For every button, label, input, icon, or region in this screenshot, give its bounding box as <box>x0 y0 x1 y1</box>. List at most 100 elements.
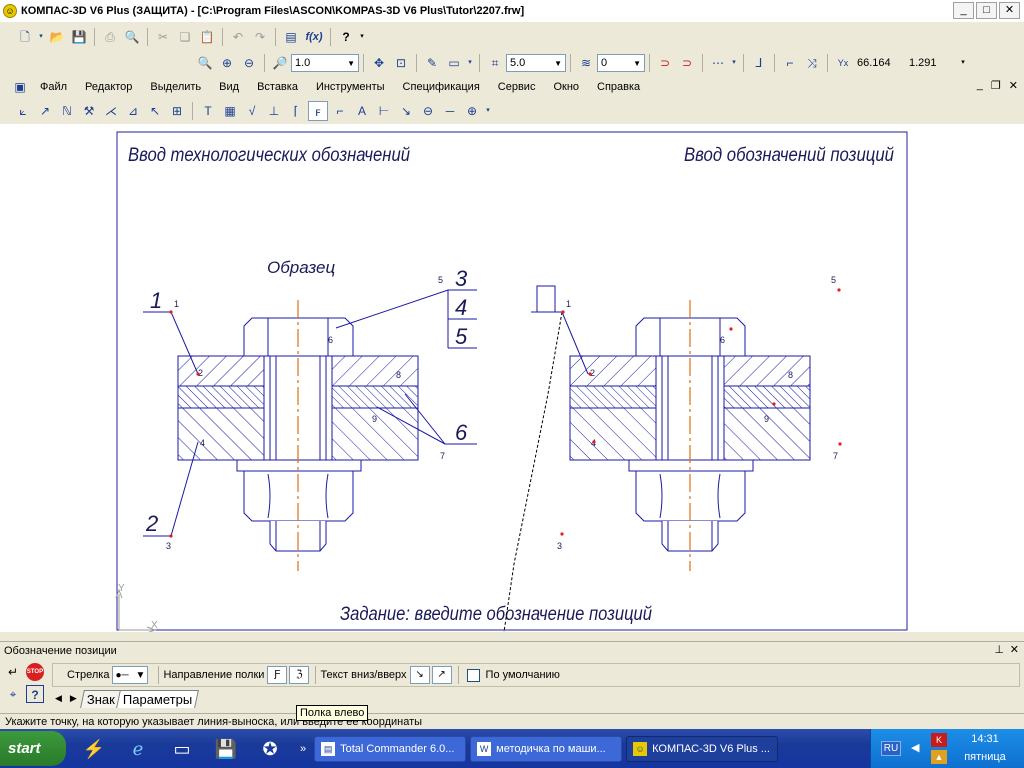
text-icon[interactable]: T <box>198 101 218 121</box>
default-checkbox[interactable] <box>466 668 480 682</box>
help-dropdown-icon[interactable]: ▾ <box>358 27 366 47</box>
menu-service[interactable]: Сервис <box>489 81 545 93</box>
spec-icon[interactable]: ⊞ <box>167 101 187 121</box>
zoom-scale-field[interactable]: 1.0 ▼ <box>291 54 359 72</box>
cursor-x-field[interactable]: 66.164 <box>854 54 906 72</box>
roughness-icon[interactable]: √ <box>242 101 262 121</box>
taskbar-item-word[interactable]: Wметодичка по маши... <box>470 735 623 762</box>
start-button[interactable]: start <box>0 731 66 766</box>
new-document-icon[interactable]: 🗋 <box>15 27 35 47</box>
leader-icon[interactable]: ⌈ <box>286 101 306 121</box>
tab-prev-icon[interactable]: ◀ <box>55 693 62 704</box>
center-mark-icon[interactable]: ⊕ <box>462 101 482 121</box>
show-all-icon[interactable]: ⊡ <box>391 53 411 73</box>
mdi-restore-button[interactable]: ❐ <box>991 79 1001 92</box>
quicklaunch-winamp-icon[interactable]: ⚡ <box>78 733 110 765</box>
menu-select[interactable]: Выделить <box>141 81 210 93</box>
grid-dropdown-icon[interactable]: ▾ <box>730 53 738 73</box>
wave-icon[interactable]: ⊖ <box>418 101 438 121</box>
cursor-step-icon[interactable]: ⌗ <box>485 53 505 73</box>
view-arrow-icon[interactable]: ↘ <box>396 101 416 121</box>
quicklaunch-desktop-icon[interactable]: ▭ <box>166 733 198 765</box>
close-button[interactable]: ✕ <box>999 2 1020 19</box>
taskbar-item-total-commander[interactable]: ▤ Total Commander 6.0... <box>314 735 467 762</box>
coords-dropdown-icon[interactable]: ▾ <box>959 53 967 73</box>
panel-close-button[interactable]: ✕ <box>1010 643 1019 656</box>
zoom-window-icon[interactable]: 🔍 <box>195 53 215 73</box>
enter-object-icon[interactable]: ↵ <box>4 663 22 681</box>
drawing-svg[interactable]: Ввод технологических обозначений Ввод об… <box>0 124 1024 632</box>
cut-line-icon[interactable]: ⊢ <box>374 101 394 121</box>
menu-help[interactable]: Справка <box>588 81 649 93</box>
zoom-in-icon[interactable]: ⊕ <box>217 53 237 73</box>
tab-sign[interactable]: Знак <box>79 690 122 708</box>
pin-icon[interactable]: ⊥ <box>994 643 1004 656</box>
copy-icon[interactable]: ❏ <box>175 27 195 47</box>
undo-icon[interactable]: ↶ <box>228 27 248 47</box>
mark-icon[interactable]: ⌐ <box>330 101 350 121</box>
document-icon[interactable]: ▣ <box>10 77 30 97</box>
manager-icon[interactable]: ▤ <box>281 27 301 47</box>
save-icon[interactable]: 💾 <box>69 27 89 47</box>
paste-icon[interactable]: 📋 <box>197 27 217 47</box>
menu-window[interactable]: Окно <box>544 81 588 93</box>
designations-icon[interactable]: ℕ <box>57 101 77 121</box>
select-icon[interactable]: ↖ <box>145 101 165 121</box>
zoom-scale-icon[interactable]: 🔎 <box>270 53 290 73</box>
select-point-icon[interactable]: ⌖ <box>4 685 22 703</box>
menu-insert[interactable]: Вставка <box>248 81 307 93</box>
marks-dropdown-icon[interactable]: ▾ <box>484 101 492 121</box>
redo-icon[interactable]: ↷ <box>250 27 270 47</box>
mdi-minimize-button[interactable]: _ <box>977 79 983 92</box>
network-tray-icon[interactable]: ▲ <box>931 750 947 764</box>
display-mode-icon[interactable]: ▭ <box>444 53 464 73</box>
zoom-out-icon[interactable]: ⊖ <box>239 53 259 73</box>
parametrization-icon[interactable]: ⋌ <box>101 101 121 121</box>
tolerance-icon[interactable]: A <box>352 101 372 121</box>
pan-icon[interactable]: ✥ <box>369 53 389 73</box>
taskbar-item-kompas[interactable]: ☺ КОМПАС-3D V6 Plus ... <box>626 735 779 762</box>
text-up-button[interactable]: ↗ <box>431 666 452 684</box>
axis-line-icon[interactable]: ─ <box>440 101 460 121</box>
tab-next-icon[interactable]: ▶ <box>70 693 77 704</box>
cursor-step-field[interactable]: 5.0 ▼ <box>506 54 566 72</box>
ortho-mode-icon[interactable]: ⌐ <box>780 53 800 73</box>
local-cs-icon[interactable]: ⅃ <box>749 53 769 73</box>
round-mode-icon[interactable]: ⤨ <box>802 53 822 73</box>
antivirus-tray-icon[interactable]: K <box>931 733 947 747</box>
quicklaunch-app-icon[interactable]: ✪ <box>254 733 286 765</box>
language-indicator[interactable]: RU <box>881 741 901 756</box>
text-down-button[interactable]: ↘ <box>409 666 430 684</box>
layer-field[interactable]: 0 ▼ <box>597 54 645 72</box>
mdi-close-button[interactable]: ✕ <box>1009 79 1018 92</box>
geometry-icon[interactable]: ⟀ <box>13 101 33 121</box>
base-icon[interactable]: ⊥ <box>264 101 284 121</box>
display-dropdown-icon[interactable]: ▾ <box>466 53 474 73</box>
menu-tools[interactable]: Инструменты <box>307 81 394 93</box>
variables-fx-icon[interactable]: f(x) <box>303 27 325 47</box>
help-icon[interactable]: ? <box>26 685 44 703</box>
arrow-select[interactable]: ●─ ▼ <box>112 666 149 684</box>
cut-icon[interactable]: ✂ <box>153 27 173 47</box>
quicklaunch-ie-icon[interactable]: ℯ <box>122 733 154 765</box>
refresh-image-icon[interactable]: ✎ <box>422 53 442 73</box>
position-designation-icon[interactable]: ꜰ <box>308 101 328 121</box>
menu-file[interactable]: Файл <box>31 81 76 93</box>
stop-icon[interactable]: STOP <box>26 663 44 681</box>
shelf-left-button[interactable]: Ƒ <box>267 666 288 684</box>
grid-icon[interactable]: ⋯ <box>708 53 728 73</box>
measure-icon[interactable]: ⊿ <box>123 101 143 121</box>
layer-icon[interactable]: ≋ <box>576 53 596 73</box>
context-help-icon[interactable]: ? <box>336 27 356 47</box>
clock-time[interactable]: 14:31 <box>955 733 1015 745</box>
drawing-canvas[interactable]: Ввод технологических обозначений Ввод об… <box>0 124 1024 632</box>
new-dropdown-icon[interactable]: ▾ <box>37 27 45 47</box>
print-icon[interactable]: ⎙ <box>100 27 120 47</box>
editing-icon[interactable]: ⚒ <box>79 101 99 121</box>
print-preview-icon[interactable]: 🔍 <box>122 27 142 47</box>
cursor-y-field[interactable]: 1.291 <box>906 54 958 72</box>
table-icon[interactable]: ▦ <box>220 101 240 121</box>
maximize-button[interactable]: □ <box>976 2 997 19</box>
tab-parameters[interactable]: Параметры <box>115 690 200 708</box>
menu-editor[interactable]: Редактор <box>76 81 141 93</box>
